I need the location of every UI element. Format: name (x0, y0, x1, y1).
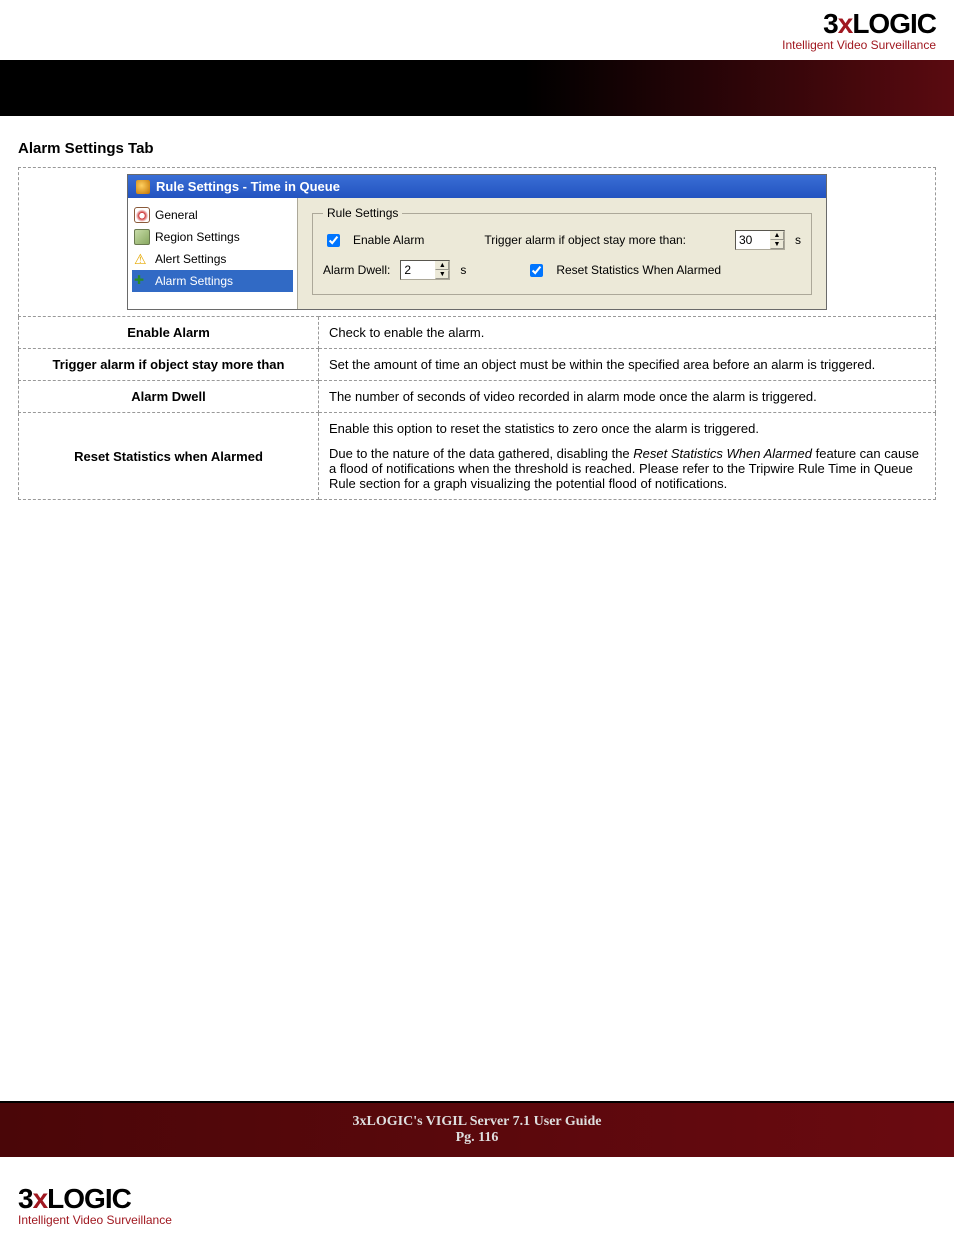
spinner-down-button[interactable]: ▼ (770, 240, 784, 249)
trigger-unit: s (795, 233, 801, 247)
row-label: Alarm Dwell (19, 381, 319, 413)
reset-stats-label: Reset Statistics When Alarmed (556, 263, 721, 277)
trigger-threshold-input[interactable] (736, 231, 770, 249)
brand-logo-top: 3xLOGIC Intelligent Video Surveillance (782, 8, 936, 52)
reset-stats-checkbox[interactable] (530, 264, 543, 277)
dwell-unit: s (460, 263, 466, 277)
row-desc: The number of seconds of video recorded … (319, 381, 936, 413)
table-row: Alarm Dwell The number of seconds of vid… (19, 381, 936, 413)
row-desc: Enable this option to reset the statisti… (319, 413, 936, 500)
tree-item-general[interactable]: General (132, 204, 293, 226)
dialog-window: Rule Settings - Time in Queue General (127, 174, 827, 310)
table-row: Enable Alarm Check to enable the alarm. (19, 317, 936, 349)
dialog-titlebar: Rule Settings - Time in Queue (128, 175, 826, 198)
home-icon (134, 207, 150, 223)
table-row: Reset Statistics when Alarmed Enable thi… (19, 413, 936, 500)
tree-item-alert[interactable]: Alert Settings (132, 248, 293, 270)
row-desc: Check to enable the alarm. (319, 317, 936, 349)
alert-icon (134, 251, 150, 267)
alarm-dwell-label: Alarm Dwell: (323, 263, 390, 277)
dialog-nav-tree: General Region Settings Alert Settings (128, 198, 298, 309)
dialog-icon (136, 180, 150, 194)
spinner-up-button[interactable]: ▲ (435, 261, 449, 270)
tree-item-alarm[interactable]: Alarm Settings (132, 270, 293, 292)
row-label: Enable Alarm (19, 317, 319, 349)
footer-bar: 3xLOGIC's VIGIL Server 7.1 User Guide Pg… (0, 1103, 954, 1157)
tree-item-region[interactable]: Region Settings (132, 226, 293, 248)
footer-title: 3xLOGIC's VIGIL Server 7.1 User Guide (353, 1114, 602, 1130)
footer-page: Pg. 116 (456, 1130, 499, 1146)
rule-settings-group: Rule Settings Enable Alarm Trigger alarm… (312, 206, 812, 295)
trigger-threshold-label: Trigger alarm if object stay more than: (484, 233, 725, 247)
brand-wordmark: 3xLOGIC (782, 8, 936, 40)
header-bar (0, 60, 954, 116)
brand-wordmark: 3xLOGIC (18, 1183, 172, 1215)
brand-tagline: Intelligent Video Surveillance (18, 1213, 172, 1227)
row-label: Trigger alarm if object stay more than (19, 349, 319, 381)
brand-tagline: Intelligent Video Surveillance (782, 38, 936, 52)
spinner-down-button[interactable]: ▼ (435, 270, 449, 279)
enable-alarm-checkbox[interactable] (327, 234, 340, 247)
table-row: Trigger alarm if object stay more than S… (19, 349, 936, 381)
dialog-title-text: Rule Settings - Time in Queue (156, 179, 340, 194)
spinner-up-button[interactable]: ▲ (770, 231, 784, 240)
enable-alarm-label: Enable Alarm (353, 233, 424, 247)
settings-table: Rule Settings - Time in Queue General (18, 167, 936, 500)
alarm-dwell-input[interactable] (401, 261, 435, 279)
rule-settings-legend: Rule Settings (323, 206, 402, 220)
region-icon (134, 229, 150, 245)
alarm-icon (134, 273, 150, 289)
trigger-threshold-spinner[interactable]: ▲ ▼ (735, 230, 785, 250)
section-title: Alarm Settings Tab (18, 140, 936, 157)
row-desc: Set the amount of time an object must be… (319, 349, 936, 381)
brand-logo-bottom: 3xLOGIC Intelligent Video Surveillance (18, 1183, 172, 1227)
alarm-dwell-spinner[interactable]: ▲ ▼ (400, 260, 450, 280)
row-label: Reset Statistics when Alarmed (19, 413, 319, 500)
